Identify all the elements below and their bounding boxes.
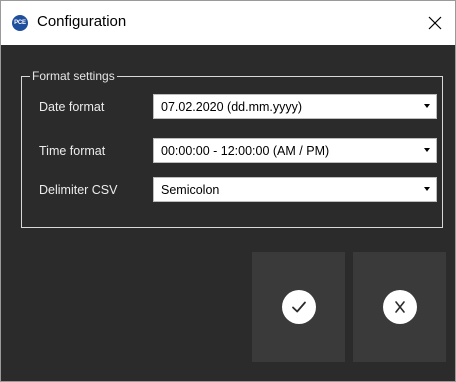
x-icon: [394, 301, 405, 313]
time-format-value: 00:00:00 - 12:00:00 (AM / PM): [161, 144, 330, 158]
close-button[interactable]: [415, 1, 455, 45]
date-format-select[interactable]: 07.02.2020 (dd.mm.yyyy): [153, 94, 437, 119]
confirm-button[interactable]: [252, 252, 345, 362]
checkmark-icon: [291, 301, 306, 313]
window-title: Configuration: [37, 13, 127, 30]
configuration-dialog: PCE Configuration Format settings Date f…: [0, 0, 456, 382]
confirm-circle: [281, 290, 316, 324]
chevron-down-icon: [424, 104, 430, 108]
delimiter-csv-value: Semicolon: [161, 183, 220, 197]
cancel-circle: [382, 290, 417, 324]
time-format-label: Time format: [39, 144, 106, 158]
app-logo-icon: PCE: [12, 15, 28, 31]
delimiter-csv-label: Delimiter CSV: [39, 183, 118, 197]
cancel-button[interactable]: [353, 252, 446, 362]
chevron-down-icon: [424, 187, 430, 191]
chevron-down-icon: [424, 148, 430, 152]
date-format-label: Date format: [39, 100, 105, 114]
delimiter-csv-select[interactable]: Semicolon: [153, 177, 437, 202]
close-icon: [428, 16, 442, 30]
format-settings-legend: Format settings: [32, 69, 115, 83]
time-format-select[interactable]: 00:00:00 - 12:00:00 (AM / PM): [153, 138, 437, 163]
title-bar: PCE Configuration: [1, 1, 455, 45]
date-format-value: 07.02.2020 (dd.mm.yyyy): [161, 100, 303, 114]
